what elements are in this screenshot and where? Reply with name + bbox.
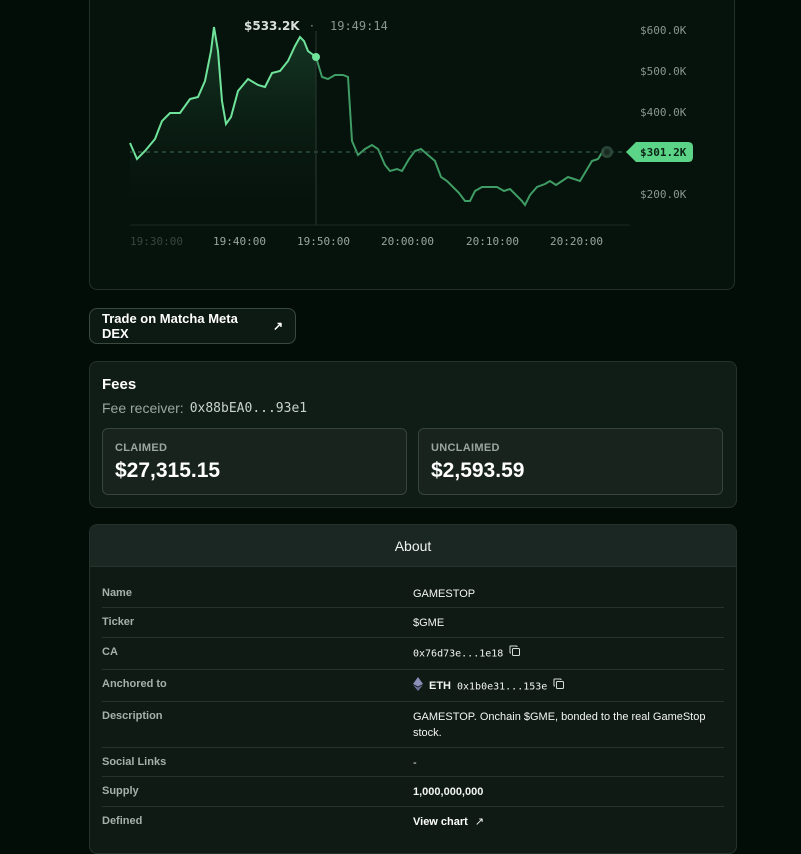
fees-card: Fees Fee receiver: 0x88bEA0...93e1 CLAIM… <box>89 361 737 508</box>
y-tick: $400.0K <box>640 106 687 119</box>
row-value: GAMESTOP. Onchain $GME, bonded to the re… <box>413 711 706 739</box>
claimed-value: $27,315.15 <box>115 459 221 482</box>
x-tick: 19:30:00 <box>130 235 183 248</box>
about-row-supply: Supply 1,000,000,000 <box>102 776 724 807</box>
row-value: ETH 0x1b0e31...153e <box>413 677 713 696</box>
fee-receiver: Fee receiver: 0x88bEA0...93e1 <box>102 400 307 416</box>
row-value: 1,000,000,000 <box>413 786 484 798</box>
price-area <box>130 27 316 225</box>
row-key: Social Links <box>102 756 167 768</box>
x-tick: 20:20:00 <box>550 235 603 248</box>
y-tick: $600.0K <box>640 24 687 37</box>
x-tick: 19:40:00 <box>213 235 266 248</box>
copy-icon[interactable] <box>509 645 521 662</box>
unclaimed-box: UNCLAIMED $2,593.59 <box>418 428 723 495</box>
about-row-ticker: Ticker $GME <box>102 607 724 638</box>
contract-address[interactable]: 0x76d73e...1e18 <box>413 648 503 659</box>
about-row-social: Social Links - <box>102 747 724 777</box>
row-value: 0x76d73e...1e18 <box>413 645 713 662</box>
anchored-address[interactable]: 0x1b0e31...153e <box>457 681 547 692</box>
x-tick: 19:50:00 <box>297 235 350 248</box>
claimed-box: CLAIMED $27,315.15 <box>102 428 407 495</box>
row-key: Anchored to <box>102 678 167 690</box>
trade-on-matcha-button[interactable]: Trade on Matcha Meta DEX ↗ <box>89 308 296 344</box>
hover-time: 19:49:14 <box>330 19 388 33</box>
ethereum-icon <box>413 677 423 696</box>
fee-receiver-address[interactable]: 0x88bEA0...93e1 <box>190 401 307 416</box>
y-tick: $200.0K <box>640 188 687 201</box>
row-value: $GME <box>413 617 445 629</box>
trade-button-label: Trade on Matcha Meta DEX <box>102 311 238 341</box>
view-chart-link[interactable]: View chart <box>413 816 468 828</box>
hover-point <box>312 53 320 61</box>
x-tick: 20:10:00 <box>466 235 519 248</box>
about-card: About Name GAMESTOP Ticker $GME CA 0x76d… <box>89 524 737 854</box>
hover-sep: · <box>310 19 314 33</box>
row-key: CA <box>102 646 118 658</box>
price-chart[interactable]: $533.2K · 19:49:14 $600.0K $500.0K $400.… <box>90 0 736 291</box>
about-title: About <box>394 537 432 554</box>
hover-price: $533.2K <box>244 19 300 33</box>
row-key: Defined <box>102 815 143 827</box>
claimed-label: CLAIMED <box>115 442 168 454</box>
about-row-description: Description GAMESTOP. Onchain $GME, bond… <box>102 701 724 748</box>
row-value: - <box>413 757 417 769</box>
about-row-name: Name GAMESTOP <box>102 578 724 608</box>
current-price-label: $301.2K <box>640 146 687 159</box>
row-value: GAMESTOP <box>413 588 476 600</box>
row-key: Supply <box>102 785 139 797</box>
about-header[interactable]: About <box>90 525 736 567</box>
chain-name: ETH <box>429 680 451 693</box>
row-value: View chart ↗ <box>413 814 713 830</box>
x-tick: 20:00:00 <box>381 235 434 248</box>
unclaimed-label: UNCLAIMED <box>431 442 500 454</box>
fee-receiver-label: Fee receiver: <box>102 400 184 416</box>
copy-icon[interactable] <box>553 678 565 695</box>
price-line-recent <box>315 56 609 207</box>
price-chart-card: $533.2K · 19:49:14 $600.0K $500.0K $400.… <box>89 0 735 290</box>
external-arrow-icon: ↗ <box>272 319 283 333</box>
current-point <box>604 149 610 155</box>
about-row-ca: CA 0x76d73e...1e18 <box>102 637 724 670</box>
about-row-anchored: Anchored to ETH 0x1b0e31...153e <box>102 669 724 702</box>
row-key: Description <box>102 710 163 722</box>
row-key: Ticker <box>102 616 135 628</box>
unclaimed-value: $2,593.59 <box>431 459 525 482</box>
y-tick: $500.0K <box>640 65 687 78</box>
row-key: Name <box>102 587 132 599</box>
external-arrow-icon: ↗ <box>474 816 485 828</box>
about-row-defined: Defined View chart ↗ <box>102 806 724 836</box>
fees-title: Fees <box>102 376 137 393</box>
